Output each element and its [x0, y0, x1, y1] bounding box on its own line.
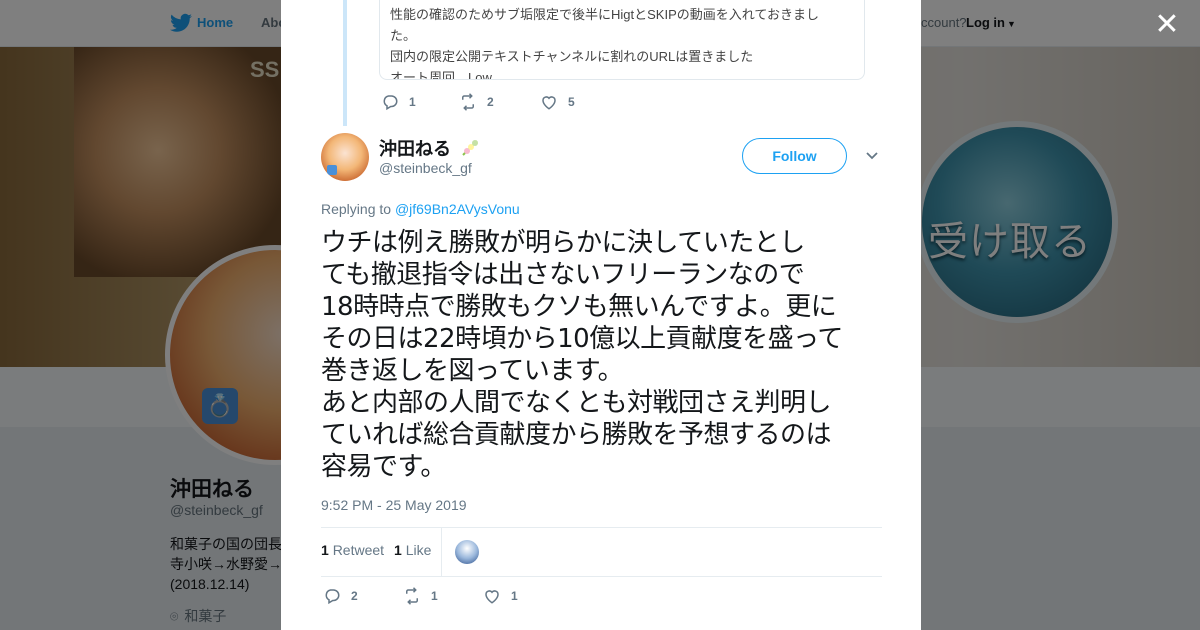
author-name[interactable]: 沖田ねる: [379, 135, 480, 161]
likes-stat[interactable]: 1 Like: [394, 542, 431, 558]
replying-to: Replying to @jf69Bn2AVysVonu: [321, 201, 520, 217]
reply-button[interactable]: 1: [381, 92, 416, 112]
quoted-text-line: 性能の確認のためサブ垢限定で後半にHigtとSKIPの動画を入れておきまし: [390, 7, 819, 22]
quoted-tweet-card[interactable]: 性能の確認のためサブ垢限定で後半にHigtとSKIPの動画を入れておきまし た。…: [379, 0, 865, 80]
tweet-text-line: ても撤退指令は出さないフリーランなので: [321, 260, 805, 290]
retweet-stat-label: Retweet: [332, 542, 385, 558]
retweet-button[interactable]: 1: [403, 586, 438, 606]
like-count: 1: [511, 589, 518, 603]
retweet-button[interactable]: 2: [459, 92, 494, 112]
liker-avatar[interactable]: [455, 540, 479, 564]
like-button[interactable]: 5: [540, 92, 575, 112]
flower-emoji-icon: [462, 140, 479, 156]
follow-button[interactable]: Follow: [742, 138, 847, 174]
retweet-icon: [406, 587, 418, 605]
author-avatar[interactable]: [321, 133, 369, 181]
reply-count: 2: [351, 589, 358, 603]
retweets-stat[interactable]: 1 Retweet: [321, 542, 384, 558]
tweet-text-line: 容易です。: [321, 452, 446, 482]
close-icon[interactable]: ✕: [1152, 10, 1182, 40]
tweet-text-line: 巻き返しを図っています。: [321, 356, 624, 386]
heart-icon: [485, 590, 499, 604]
ring-emoji-icon: [327, 165, 337, 175]
like-count: 5: [568, 95, 575, 109]
retweet-stat-count: 1: [321, 542, 329, 558]
quoted-text-line: た。: [390, 28, 417, 43]
reply-icon: [383, 95, 398, 111]
replying-prefix: Replying to: [321, 201, 392, 217]
tweet-permalink-modal: 性能の確認のためサブ垢限定で後半にHigtとSKIPの動画を入れておきまし た。…: [281, 0, 921, 630]
quoted-text-line: オート周回 Low: [390, 70, 492, 80]
tweet-stats: 1 Retweet 1 Like: [321, 527, 882, 577]
tweet-timestamp[interactable]: 9:52 PM - 25 May 2019: [321, 497, 467, 513]
like-button[interactable]: 1: [483, 586, 518, 606]
chevron-down-icon[interactable]: [865, 149, 879, 163]
reply-icon: [325, 589, 340, 605]
like-stat-count: 1: [394, 542, 402, 558]
tweet-text-line: その日は22時頃から10億以上貢献度を盛って: [321, 324, 843, 354]
tweet-text: ウチは例え勝敗が明らかに決していたとし ても撤退指令は出さないフリーランなので …: [321, 227, 883, 483]
reply-button[interactable]: 2: [323, 586, 358, 606]
tweet-text-line: 18時時点で勝敗もクソも無いんですよ。更に: [321, 292, 837, 322]
stats-divider: [441, 528, 442, 576]
quoted-text-line: 団内の限定公開テキストチャンネルに割れのURLは置きました: [390, 49, 754, 64]
retweet-icon: [462, 93, 474, 111]
replying-to-handle-link[interactable]: @jf69Bn2AVysVonu: [395, 201, 520, 217]
retweet-count: 1: [431, 589, 438, 603]
author-name-text: 沖田ねる: [379, 139, 451, 159]
reply-count: 1: [409, 95, 416, 109]
tweet-text-line: あと内部の人間でなくとも対戦団さえ判明し: [321, 388, 832, 418]
author-handle[interactable]: @steinbeck_gf: [379, 160, 472, 176]
tweet-text-line: ウチは例え勝敗が明らかに決していたとし: [321, 228, 805, 258]
tweet-text-line: ていれば総合貢献度から勝敗を予想するのは: [321, 420, 832, 450]
thread-connector-line: [343, 0, 347, 126]
like-stat-label: Like: [405, 542, 432, 558]
heart-icon: [542, 96, 556, 110]
retweet-count: 2: [487, 95, 494, 109]
